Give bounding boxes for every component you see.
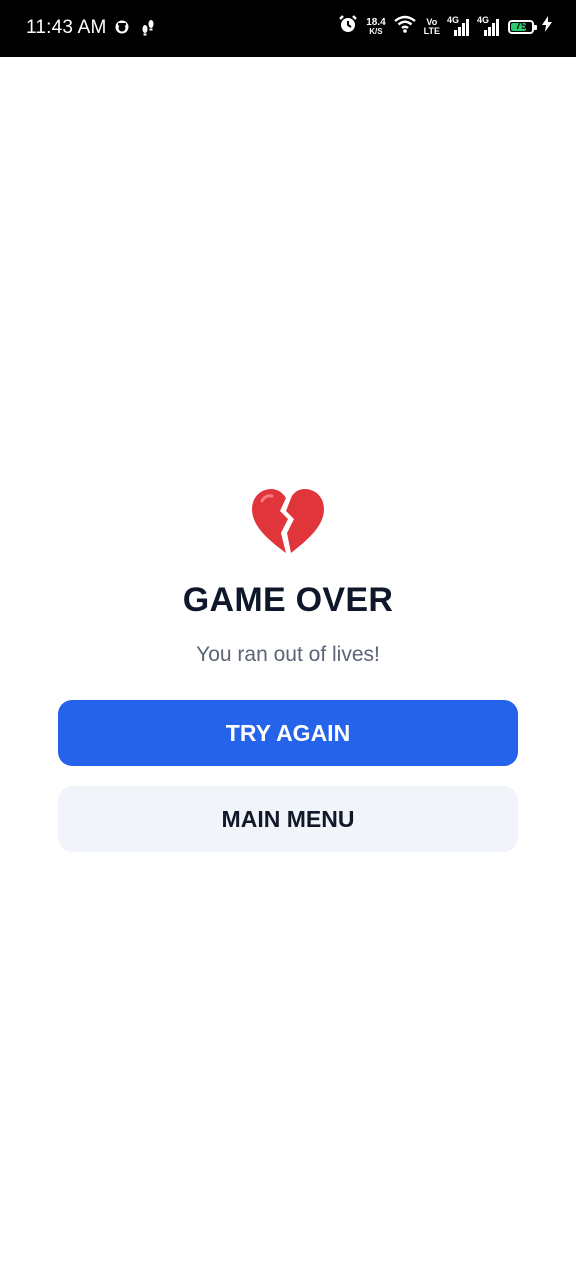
game-over-title: GAME OVER xyxy=(182,581,394,619)
try-again-button[interactable]: TRY AGAIN xyxy=(58,700,518,766)
sim1-network-label: 4G xyxy=(447,14,460,25)
game-over-screen: GAME OVER You ran out of lives! TRY AGAI… xyxy=(0,57,576,1280)
status-right-icons: 18.4 K/S Vo LTE 4G 4G 75 xyxy=(338,14,552,39)
alarm-icon xyxy=(338,14,358,39)
charging-icon xyxy=(542,16,552,37)
broken-heart-icon xyxy=(250,487,326,555)
signal-icon: 4G xyxy=(447,14,470,37)
battery-level: 75 xyxy=(515,20,527,32)
main-menu-button[interactable]: MAIN MENU xyxy=(58,786,518,852)
battery-icon: 75 xyxy=(508,19,537,34)
sim2-network-label: 4G xyxy=(477,14,490,25)
wifi-icon xyxy=(393,15,416,38)
volte-bottom: LTE xyxy=(423,25,440,36)
notification-app-icon xyxy=(114,19,130,40)
volte-indicator: Vo LTE xyxy=(423,17,440,36)
status-bar: 11:43 AM 18.4 K/S Vo LTE 4G 4G 75 xyxy=(0,0,576,57)
network-speed-value: 18.4 xyxy=(366,16,386,28)
game-over-message: You ran out of lives! xyxy=(196,643,380,666)
status-left-icons xyxy=(114,18,156,41)
signal-icon-sim2: 4G xyxy=(477,14,500,37)
status-time: 11:43 AM xyxy=(26,17,107,38)
network-speed-unit: K/S xyxy=(369,26,383,36)
network-speed: 18.4 K/S xyxy=(366,16,386,36)
step-counter-icon xyxy=(140,18,156,41)
